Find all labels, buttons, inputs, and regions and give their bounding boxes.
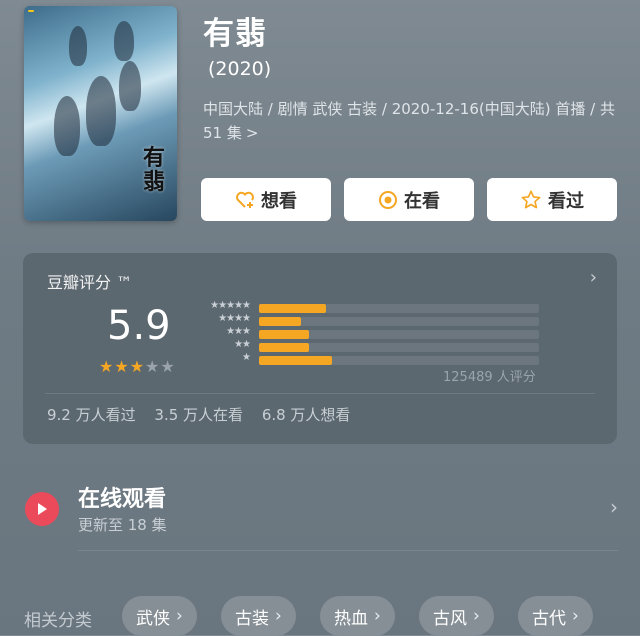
chip-label: 武侠: [136, 608, 170, 629]
poster-image[interactable]: 有翡: [24, 6, 177, 221]
watch-online-title[interactable]: 在线观看: [78, 481, 166, 513]
star-empty-icon: ★: [145, 357, 160, 376]
rating-card[interactable]: 豆瓣评分 ™ › 5.9 ★ ★ ★ ★ ★ ★★★★★ ★★★★ ★★★ ★★ ★ 12548…: [23, 253, 617, 444]
distribution-row: ★★★★★: [195, 300, 565, 315]
stat-watched: 9.2 万人看过: [47, 406, 136, 424]
play-icon[interactable]: [25, 492, 59, 526]
rating-count: 125489 人评分: [443, 370, 536, 385]
chevron-right-icon[interactable]: ›: [590, 267, 597, 288]
distribution-bar: [259, 317, 301, 326]
audience-stats: 9.2 万人看过 3.5 万人在看 6.8 万人想看: [47, 404, 364, 425]
distribution-row: ★★★★: [195, 313, 565, 328]
chevron-right-icon: ›: [473, 606, 480, 626]
watched-label: 看过: [548, 190, 584, 212]
release-year: (2020): [208, 58, 272, 80]
chevron-right-icon: ›: [572, 606, 579, 626]
category-chip-rexue[interactable]: 热血 ›: [320, 596, 395, 636]
poster-badge: [28, 10, 34, 12]
rating-stars: ★ ★ ★ ★ ★: [99, 357, 175, 376]
distribution-row: ★★★: [195, 326, 565, 341]
chevron-right-icon: >: [245, 124, 259, 142]
distribution-track: [259, 317, 539, 326]
chevron-right-icon: ›: [176, 606, 183, 626]
category-chip-gufeng[interactable]: 古风 ›: [419, 596, 494, 636]
chevron-right-icon: ›: [275, 606, 282, 626]
category-chip-wuxia[interactable]: 武侠 ›: [122, 596, 197, 636]
chip-label: 热血: [334, 608, 368, 629]
distribution-star-label: ★: [242, 352, 251, 363]
star-filled-icon: ★: [99, 357, 114, 376]
distribution-star-label: ★★★★: [218, 313, 251, 324]
star-filled-icon: ★: [129, 357, 145, 376]
chevron-right-icon[interactable]: ›: [610, 495, 618, 519]
page-title: 有翡: [203, 16, 267, 52]
target-icon: [378, 190, 398, 210]
stat-watching: 3.5 万人在看: [154, 406, 244, 424]
star-filled-icon: ★: [114, 357, 129, 376]
chip-label: 古风: [433, 608, 467, 629]
show-meta-text: 中国大陆 / 剧情 武侠 古装 / 2020-12-16(中国大陆) 首播 / …: [203, 100, 615, 142]
related-categories-label: 相关分类: [24, 611, 92, 631]
star-outline-icon: [520, 189, 542, 211]
poster-title: 有翡: [143, 145, 166, 195]
distribution-bar: [259, 330, 310, 339]
distribution-bar: [259, 304, 327, 313]
divider: [45, 393, 595, 394]
chip-label: 古代: [532, 608, 566, 629]
rating-source-label: 豆瓣评分 ™: [47, 273, 133, 292]
distribution-star-label: ★★: [234, 339, 251, 350]
rating-score: 5.9: [107, 303, 171, 349]
watched-button[interactable]: 看过: [487, 178, 617, 221]
show-meta[interactable]: 中国大陆 / 剧情 武侠 古装 / 2020-12-16(中国大陆) 首播 / …: [203, 97, 623, 145]
distribution-star-label: ★★★: [226, 326, 251, 337]
chip-label: 古装: [235, 608, 269, 629]
want-to-watch-label: 想看: [261, 190, 297, 212]
distribution-bar: [259, 356, 332, 365]
want-to-watch-button[interactable]: 想看: [201, 178, 331, 221]
watching-button[interactable]: 在看: [344, 178, 474, 221]
watching-label: 在看: [404, 190, 440, 212]
watch-online-subtitle: 更新至 18 集: [78, 516, 167, 534]
distribution-bar: [259, 343, 310, 352]
category-chip-guzhuang[interactable]: 古装 ›: [221, 596, 296, 636]
distribution-row: ★★: [195, 339, 565, 354]
heart-plus-icon: [235, 190, 255, 210]
chevron-right-icon: ›: [374, 606, 381, 626]
stat-want: 6.8 万人想看: [261, 406, 351, 424]
divider: [78, 550, 618, 551]
distribution-star-label: ★★★★★: [210, 300, 251, 311]
star-empty-icon: ★: [160, 357, 175, 376]
category-chip-gudai[interactable]: 古代 ›: [518, 596, 593, 636]
